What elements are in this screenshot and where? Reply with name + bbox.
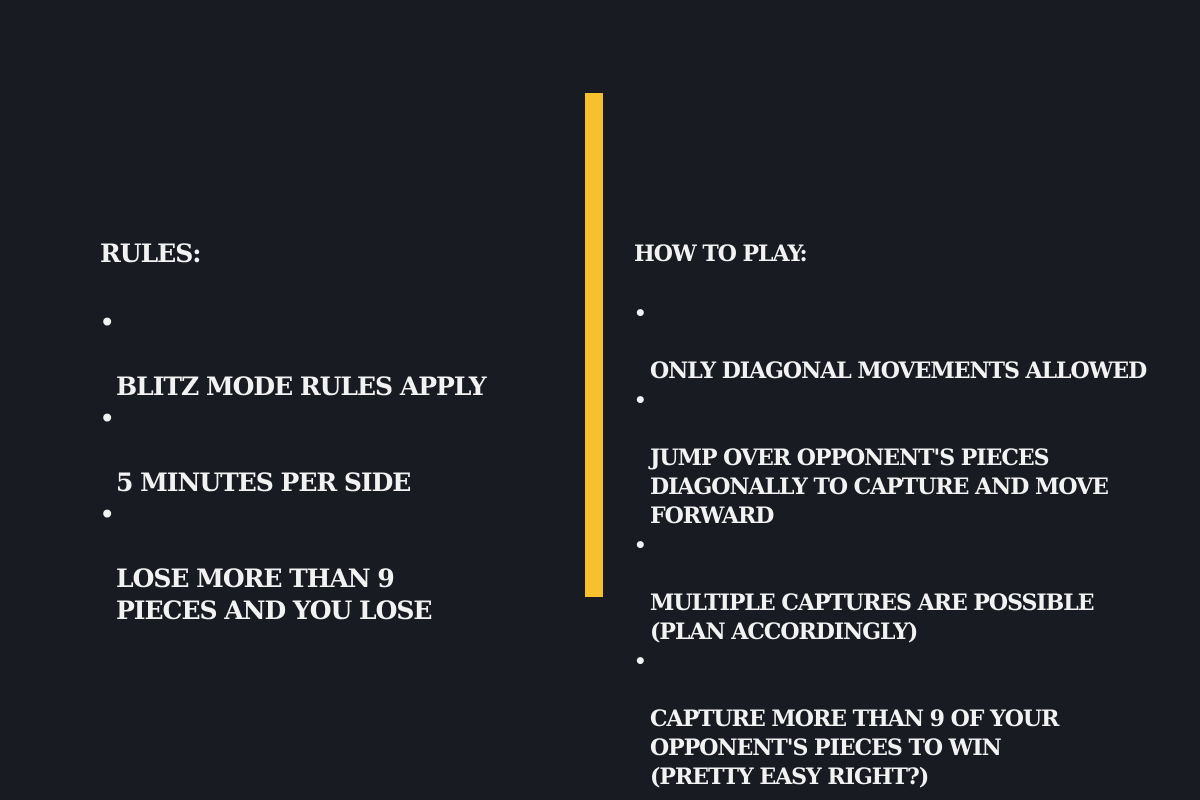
- bullet-icon: •: [634, 388, 647, 412]
- divider-bar: [585, 93, 603, 597]
- rules-item-text: 5 MINUTES PER SIDE: [116, 468, 411, 497]
- rules-screen: RULES: • BLITZ MODE RULES APPLY • 5 MINU…: [0, 0, 1200, 800]
- rules-item: • LOSE MORE THAN 9 PIECES AND YOU LOSE: [100, 499, 520, 627]
- how-to-play-item: • MULTIPLE CAPTURES ARE POSSIBLE (PLAN A…: [634, 531, 1154, 647]
- rules-item-text: BLITZ MODE RULES APPLY: [116, 372, 487, 401]
- bullet-icon: •: [634, 533, 647, 557]
- bullet-icon: •: [634, 649, 647, 673]
- bullet-icon: •: [100, 406, 114, 432]
- how-to-play-item-text: CAPTURE MORE THAN 9 OF YOUR OPPONENT'S P…: [650, 706, 1059, 790]
- how-to-play-list: • ONLY DIAGONAL MOVEMENTS ALLOWED • JUMP…: [634, 299, 1154, 792]
- rules-panel: RULES: • BLITZ MODE RULES APPLY • 5 MINU…: [100, 238, 520, 627]
- bullet-icon: •: [634, 301, 647, 325]
- rules-item: • BLITZ MODE RULES APPLY: [100, 307, 520, 403]
- how-to-play-panel: HOW TO PLAY: • ONLY DIAGONAL MOVEMENTS A…: [634, 240, 1154, 792]
- how-to-play-item: • JUMP OVER OPPONENT'S PIECES DIAGONALLY…: [634, 386, 1154, 531]
- how-to-play-item-text: ONLY DIAGONAL MOVEMENTS ALLOWED: [650, 358, 1147, 384]
- bullet-icon: •: [100, 310, 114, 336]
- how-to-play-item: • ONLY DIAGONAL MOVEMENTS ALLOWED: [634, 299, 1154, 386]
- rules-item: • 5 MINUTES PER SIDE: [100, 403, 520, 499]
- how-to-play-item: • CAPTURE MORE THAN 9 OF YOUR OPPONENT'S…: [634, 647, 1154, 792]
- rules-list: • BLITZ MODE RULES APPLY • 5 MINUTES PER…: [100, 307, 520, 627]
- bullet-icon: •: [100, 502, 114, 528]
- how-to-play-item-text: MULTIPLE CAPTURES ARE POSSIBLE (PLAN ACC…: [650, 590, 1094, 645]
- how-to-play-item-text: JUMP OVER OPPONENT'S PIECES DIAGONALLY T…: [650, 445, 1109, 529]
- rules-heading: RULES:: [100, 239, 202, 268]
- rules-item-text: LOSE MORE THAN 9 PIECES AND YOU LOSE: [116, 564, 432, 625]
- how-to-play-heading: HOW TO PLAY:: [634, 241, 808, 267]
